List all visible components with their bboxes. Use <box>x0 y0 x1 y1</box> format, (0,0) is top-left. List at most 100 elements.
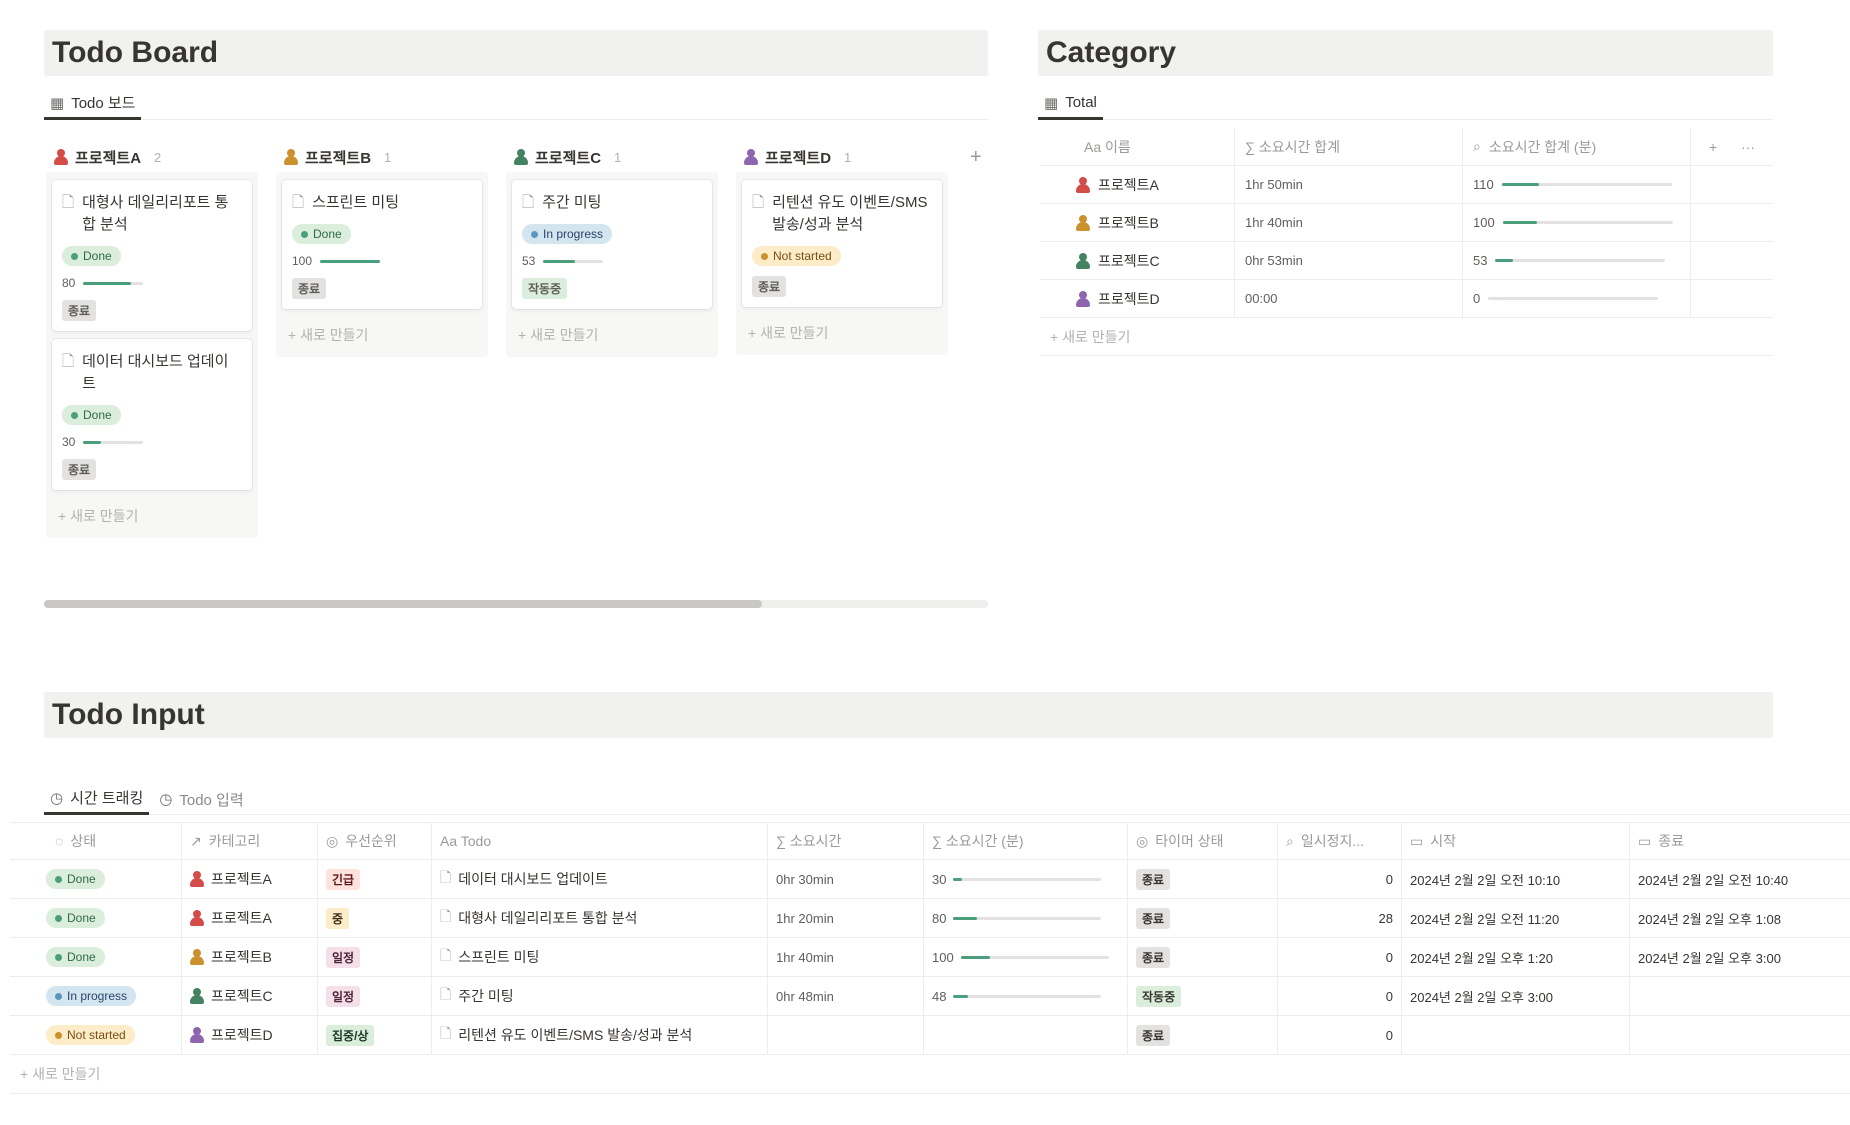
todo-cell[interactable]: 🗋 리텐션 유도 이벤트/SMS 발송/성과 분석 <box>432 1016 768 1054</box>
todo-card[interactable]: 🗋 데이터 대시보드 업데이트 Done 30 종료 <box>52 339 252 490</box>
person-icon <box>1076 176 1090 193</box>
todo-card[interactable]: 🗋 대형사 데일리리포트 통합 분석 Done 80 종료 <box>52 180 252 331</box>
end-cell[interactable]: 2024년 2월 2일 오후 3:00 <box>1630 938 1850 976</box>
column-header[interactable]: 프로젝트A 2 <box>46 142 258 172</box>
column-header-start[interactable]: ▭ 시작 <box>1402 823 1630 859</box>
end-cell[interactable] <box>1630 1016 1850 1054</box>
column-header-total[interactable]: ∑ 소요시간 합계 <box>1235 128 1463 165</box>
progress-fill <box>1501 183 1540 186</box>
column-header-status[interactable]: ◌ 상태 <box>10 823 182 859</box>
category-cell[interactable]: 프로젝트D <box>182 1016 318 1054</box>
column-header[interactable]: 프로젝트D 1 <box>736 142 948 172</box>
kanban-board: 프로젝트A 2 🗋 대형사 데일리리포트 통합 분석 Done 80 종료 🗋 데이터 대시보드… <box>46 142 986 592</box>
timer-status-cell[interactable]: 작동중 <box>1128 977 1278 1015</box>
category-cell[interactable]: 프로젝트A <box>182 860 318 898</box>
timer-status-cell[interactable]: 종료 <box>1128 1016 1278 1054</box>
todo-card[interactable]: 🗋 주간 미팅 In progress 53 작동중 <box>512 180 712 309</box>
time-cell <box>768 1016 924 1054</box>
tab-todo-input[interactable]: ◷ Todo 입력 <box>153 783 249 815</box>
start-cell[interactable]: 2024년 2월 2일 오후 3:00 <box>1402 977 1630 1015</box>
priority-pill: 일정 <box>326 985 361 1007</box>
time-cell: 0hr 48min <box>768 977 924 1015</box>
end-cell[interactable]: 2024년 2월 2일 오전 10:40 <box>1630 860 1850 898</box>
start-cell[interactable]: 2024년 2월 2일 오전 11:20 <box>1402 899 1630 937</box>
priority-cell[interactable]: 중 <box>318 899 432 937</box>
column-count: 2 <box>154 149 162 165</box>
card-progress-row: 80 <box>62 276 242 290</box>
category-name-cell[interactable]: 프로젝트D <box>1040 280 1235 317</box>
more-options-button[interactable]: ··· <box>1741 139 1755 155</box>
category-name-cell[interactable]: 프로젝트C <box>1040 242 1235 279</box>
todo-input-row[interactable]: In progress 프로젝트C 일정 🗋 주간 미팅 0hr 48min 48 작동중 0 2… <box>10 977 1850 1016</box>
todo-card[interactable]: 🗋 스프린트 미팅 Done 100 종료 <box>282 180 482 309</box>
person-icon-body <box>514 156 528 165</box>
todo-input-row[interactable]: Done 프로젝트A 긴급 🗋 데이터 대시보드 업데이트 0hr 30min 30 종료 0 2… <box>10 860 1850 899</box>
priority-cell[interactable]: 일정 <box>318 977 432 1015</box>
status-cell[interactable]: Done <box>10 860 182 898</box>
column-header-category[interactable]: ↗ 카테고리 <box>182 823 318 859</box>
start-cell[interactable] <box>1402 1016 1630 1054</box>
column-header[interactable]: 프로젝트C 1 <box>506 142 718 172</box>
status-cell[interactable]: Done <box>10 938 182 976</box>
todo-cell[interactable]: 🗋 대형사 데일리리포트 통합 분석 <box>432 899 768 937</box>
column-header-priority[interactable]: ◎ 우선순위 <box>318 823 432 859</box>
add-column-button[interactable]: + <box>970 146 982 169</box>
tab-total[interactable]: ▦ Total <box>1038 88 1103 120</box>
category-cell[interactable]: 프로젝트C <box>182 977 318 1015</box>
category-row[interactable]: 프로젝트A 1hr 50min 110 <box>1040 166 1773 204</box>
start-cell[interactable]: 2024년 2월 2일 오전 10:10 <box>1402 860 1630 898</box>
todo-cell[interactable]: 🗋 주간 미팅 <box>432 977 768 1015</box>
todo-cell[interactable]: 🗋 데이터 대시보드 업데이트 <box>432 860 768 898</box>
scrollbar-thumb[interactable] <box>44 600 762 608</box>
horizontal-scrollbar[interactable] <box>44 600 988 608</box>
timer-status-cell[interactable]: 종료 <box>1128 899 1278 937</box>
todo-cell[interactable]: 🗋 스프린트 미팅 <box>432 938 768 976</box>
column-header[interactable]: 프로젝트B 1 <box>276 142 488 172</box>
new-card-button[interactable]: + 새로 만들기 <box>512 317 712 347</box>
priority-cell[interactable]: 집중/상 <box>318 1016 432 1054</box>
category-row[interactable]: 프로젝트B 1hr 40min 100 <box>1040 204 1773 242</box>
category-name-cell[interactable]: 프로젝트B <box>1040 204 1235 241</box>
column-header-name[interactable]: Aa 이름 <box>1040 128 1235 165</box>
clock-icon: ◷ <box>50 789 64 807</box>
category-new-row[interactable]: + 새로 만들기 <box>1040 318 1773 356</box>
add-property-button[interactable]: + <box>1709 139 1717 155</box>
todo-card[interactable]: 🗋 리텐션 유도 이벤트/SMS 발송/성과 분석 Not started 종료 <box>742 180 942 307</box>
category-name-cell[interactable]: 프로젝트A <box>1040 166 1235 203</box>
status-cell[interactable]: Not started <box>10 1016 182 1054</box>
end-cell[interactable]: 2024년 2월 2일 오후 1:08 <box>1630 899 1850 937</box>
end-cell[interactable] <box>1630 977 1850 1015</box>
priority-cell[interactable]: 일정 <box>318 938 432 976</box>
column-header-pause[interactable]: ⌕ 일시정지... <box>1278 823 1402 859</box>
column-header-minutes[interactable]: ⌕ 소요시간 합계 (분) <box>1463 128 1691 165</box>
timer-status-cell[interactable]: 종료 <box>1128 938 1278 976</box>
column-header-end[interactable]: ▭ 종료 <box>1630 823 1850 859</box>
todo-input-row[interactable]: Done 프로젝트B 일정 🗋 스프린트 미팅 1hr 40min 100 종료 0 2024년 … <box>10 938 1850 977</box>
relation-icon: ↗ <box>190 832 202 849</box>
tab-todo-board[interactable]: ▦ Todo 보드 <box>44 88 142 120</box>
status-cell[interactable]: In progress <box>10 977 182 1015</box>
todo-input-new-row[interactable]: + 새로 만들기 <box>10 1055 1850 1094</box>
new-card-button[interactable]: + 새로 만들기 <box>52 498 252 528</box>
category-row[interactable]: 프로젝트C 0hr 53min 53 <box>1040 242 1773 280</box>
category-row[interactable]: 프로젝트D 00:00 0 <box>1040 280 1773 318</box>
column-header-minutes[interactable]: ∑ 소요시간 (분) <box>924 823 1128 859</box>
start-cell[interactable]: 2024년 2월 2일 오후 1:20 <box>1402 938 1630 976</box>
tab-time-tracking[interactable]: ◷ 시간 트래킹 <box>44 783 150 815</box>
todo-input-row[interactable]: Not started 프로젝트D 집중/상 🗋 리텐션 유도 이벤트/SMS 발송/성… <box>10 1016 1850 1055</box>
todo-input-row[interactable]: Done 프로젝트A 중 🗋 대형사 데일리리포트 통합 분석 1hr 20min 80 종료… <box>10 899 1850 938</box>
column-header-time[interactable]: ∑ 소요시간 <box>768 823 924 859</box>
status-badge: Not started <box>46 1025 135 1045</box>
status-cell[interactable]: Done <box>10 899 182 937</box>
category-cell[interactable]: 프로젝트A <box>182 899 318 937</box>
category-cell[interactable]: 프로젝트B <box>182 938 318 976</box>
new-card-button[interactable]: + 새로 만들기 <box>282 317 482 347</box>
status-badge: Not started <box>752 246 841 266</box>
status-icon: ◌ <box>55 833 64 849</box>
column-header-timer-status[interactable]: ◎ 타이머 상태 <box>1128 823 1278 859</box>
priority-cell[interactable]: 긴급 <box>318 860 432 898</box>
timer-status-cell[interactable]: 종료 <box>1128 860 1278 898</box>
category-name: 프로젝트C <box>211 988 273 1004</box>
column-header-todo[interactable]: Aa Todo <box>432 823 768 859</box>
new-card-button[interactable]: + 새로 만들기 <box>742 315 942 345</box>
